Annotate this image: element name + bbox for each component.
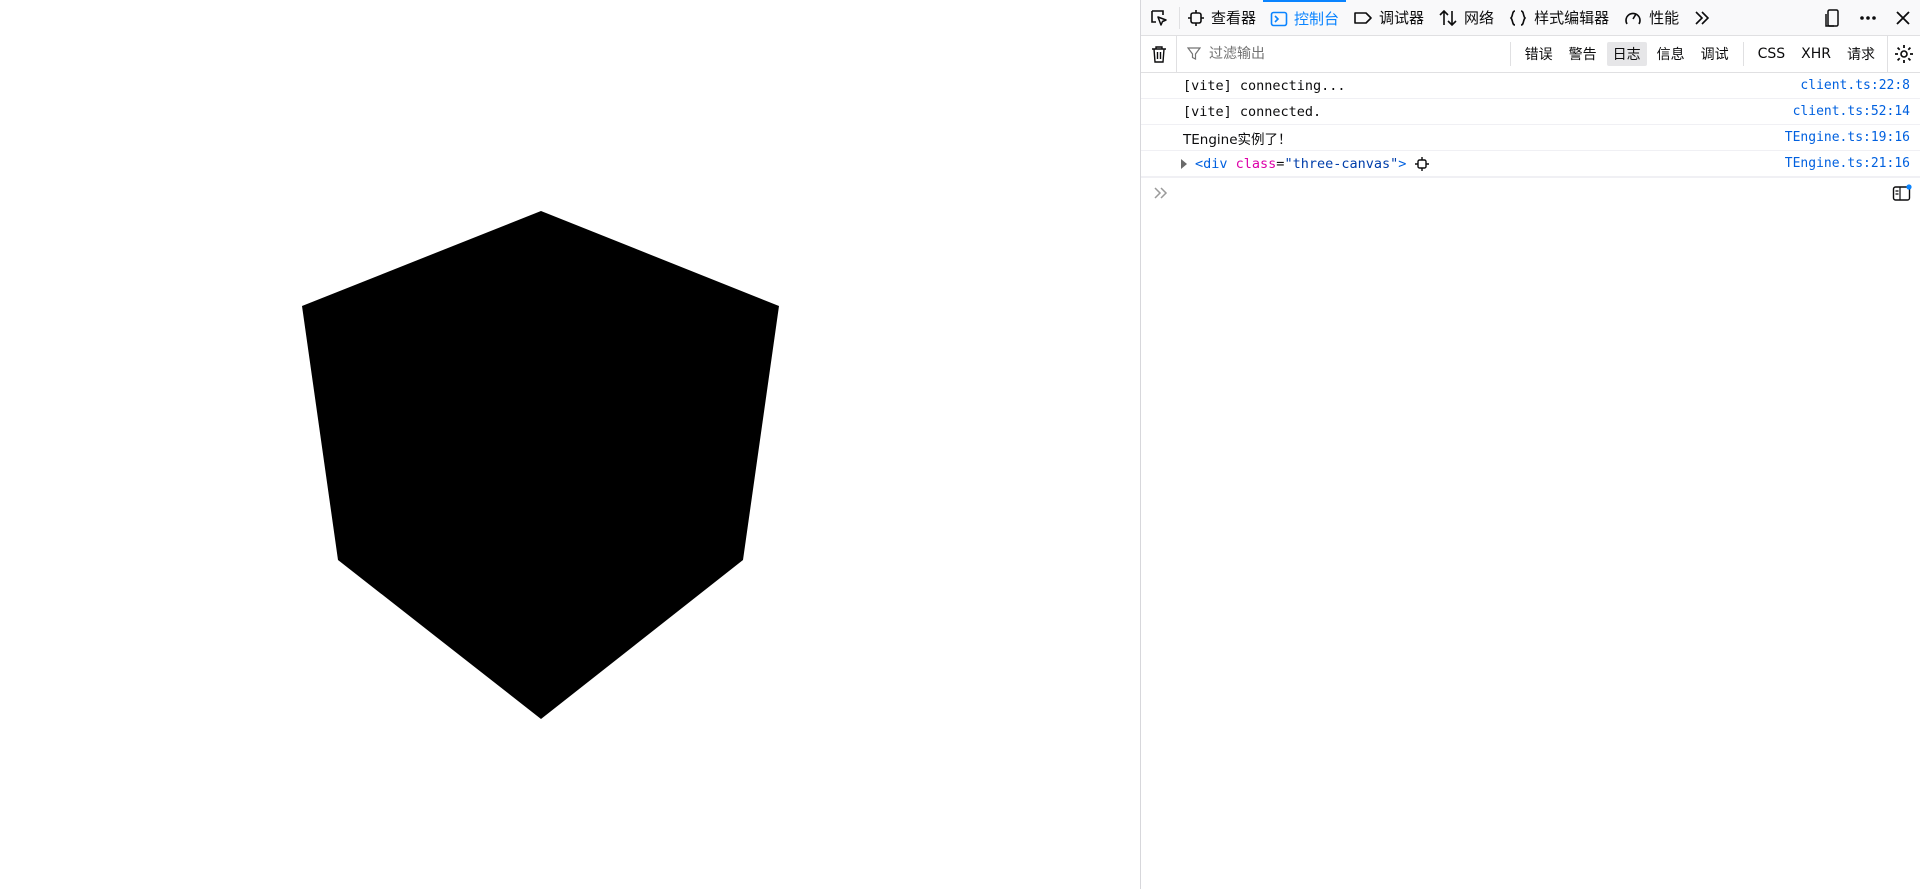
toolbar-right-controls xyxy=(1814,0,1920,35)
level-warning-toggle[interactable]: 警告 xyxy=(1563,42,1603,66)
page-viewport xyxy=(0,0,1140,889)
level-info-toggle[interactable]: 信息 xyxy=(1651,42,1691,66)
requests-all-toggle[interactable]: 请求 xyxy=(1841,42,1881,66)
tab-label: 控制台 xyxy=(1294,10,1340,28)
tab-label: 性能 xyxy=(1649,9,1680,27)
three-canvas xyxy=(302,211,779,719)
inspector-icon xyxy=(1188,9,1204,26)
console-message: TEngine实例了！ TEngine.ts:19:16 xyxy=(1141,125,1920,151)
tag-close: > xyxy=(1398,155,1407,172)
message-text: [vite] connecting... xyxy=(1183,77,1346,94)
tab-inspector[interactable]: 查看器 xyxy=(1180,0,1263,35)
level-log-toggle[interactable]: 日志 xyxy=(1606,42,1647,66)
filter-icon xyxy=(1187,47,1201,60)
split-console-icon xyxy=(1892,184,1912,201)
trash-icon xyxy=(1151,46,1166,63)
console-input-prompt[interactable] xyxy=(1141,177,1920,208)
dock-icon xyxy=(1825,8,1839,27)
performance-icon xyxy=(1625,12,1641,24)
tab-network[interactable]: 网络 xyxy=(1431,0,1501,35)
dock-options-button[interactable] xyxy=(1814,0,1850,35)
node-preview[interactable]: <div class = "three-canvas" > xyxy=(1181,156,1430,172)
tab-label: 查看器 xyxy=(1211,9,1257,27)
filter-output-input[interactable] xyxy=(1207,45,1491,63)
select-node-icon[interactable] xyxy=(1414,156,1430,172)
tab-console[interactable]: 控制台 xyxy=(1263,0,1347,35)
message-source-link[interactable]: client.ts:22:8 xyxy=(1800,78,1910,93)
tab-performance[interactable]: 性能 xyxy=(1616,0,1686,35)
clear-console-button[interactable] xyxy=(1141,36,1177,72)
element-picker-icon xyxy=(1151,9,1167,26)
tab-debugger[interactable]: 调试器 xyxy=(1346,0,1431,35)
tab-style-editor[interactable]: 样式编辑器 xyxy=(1501,0,1616,35)
console-filter-bar: 错误 警告 日志 信息 调试 CSS XHR 请求 xyxy=(1141,36,1920,73)
close-devtools-button[interactable] xyxy=(1886,0,1920,35)
message-text: TEngine实例了！ xyxy=(1183,131,1292,148)
level-error-toggle[interactable]: 错误 xyxy=(1519,42,1559,66)
attr-name: class xyxy=(1235,155,1277,172)
cube-shape xyxy=(302,211,779,719)
message-source-link[interactable]: TEngine.ts:21:16 xyxy=(1785,156,1910,171)
console-message-node: <div class = "three-canvas" > TEngine.ts:21… xyxy=(1141,151,1920,177)
tag-open: <div xyxy=(1195,155,1228,172)
gear-icon xyxy=(1895,45,1913,63)
close-icon xyxy=(1896,10,1910,25)
tab-label: 网络 xyxy=(1464,9,1495,27)
devtools-panel: 查看器 控制台 调试器 网络 样式编辑器 性能 过滤输出 错误 警告 日志 信息… xyxy=(1140,0,1920,889)
console-settings-button[interactable] xyxy=(1887,36,1920,72)
message-source-link[interactable]: TEngine.ts:19:16 xyxy=(1785,130,1910,145)
console-icon xyxy=(1270,11,1288,26)
attr-value: "three-canvas" xyxy=(1284,155,1399,172)
more-options-button[interactable] xyxy=(1850,0,1886,35)
expand-twisty-icon[interactable] xyxy=(1181,158,1187,169)
divider xyxy=(1742,42,1744,66)
editor-mode-button[interactable] xyxy=(1892,184,1912,206)
tab-label: 调试器 xyxy=(1379,9,1425,27)
more-tabs-button[interactable] xyxy=(1686,0,1718,35)
tab-label: 样式编辑器 xyxy=(1534,9,1610,27)
style-editor-icon xyxy=(1509,9,1527,26)
devtools-toolbar: 查看器 控制台 调试器 网络 样式编辑器 性能 xyxy=(1141,0,1920,36)
log-level-filters: 错误 警告 日志 信息 调试 CSS XHR 请求 xyxy=(1504,36,1920,72)
prompt-chevron-icon xyxy=(1154,187,1168,199)
console-message: [vite] connecting... client.ts:22:8 xyxy=(1141,73,1920,99)
attr-eq: = xyxy=(1276,155,1285,172)
divider xyxy=(1509,42,1511,66)
debugger-icon xyxy=(1354,11,1372,24)
message-source-link[interactable]: client.ts:52:14 xyxy=(1793,104,1910,119)
element-picker-button[interactable] xyxy=(1141,6,1180,29)
network-icon xyxy=(1439,9,1457,26)
console-output: [vite] connecting... client.ts:22:8 [vit… xyxy=(1141,73,1920,177)
more-icon xyxy=(1860,15,1876,20)
level-debug-toggle[interactable]: 调试 xyxy=(1695,42,1735,66)
requests-css-toggle[interactable]: CSS xyxy=(1752,44,1792,64)
requests-xhr-toggle[interactable]: XHR xyxy=(1795,44,1837,64)
message-text: [vite] connected. xyxy=(1183,103,1322,120)
double-chevron-right-icon xyxy=(1695,10,1710,25)
console-message: [vite] connected. client.ts:52:14 xyxy=(1141,99,1920,125)
